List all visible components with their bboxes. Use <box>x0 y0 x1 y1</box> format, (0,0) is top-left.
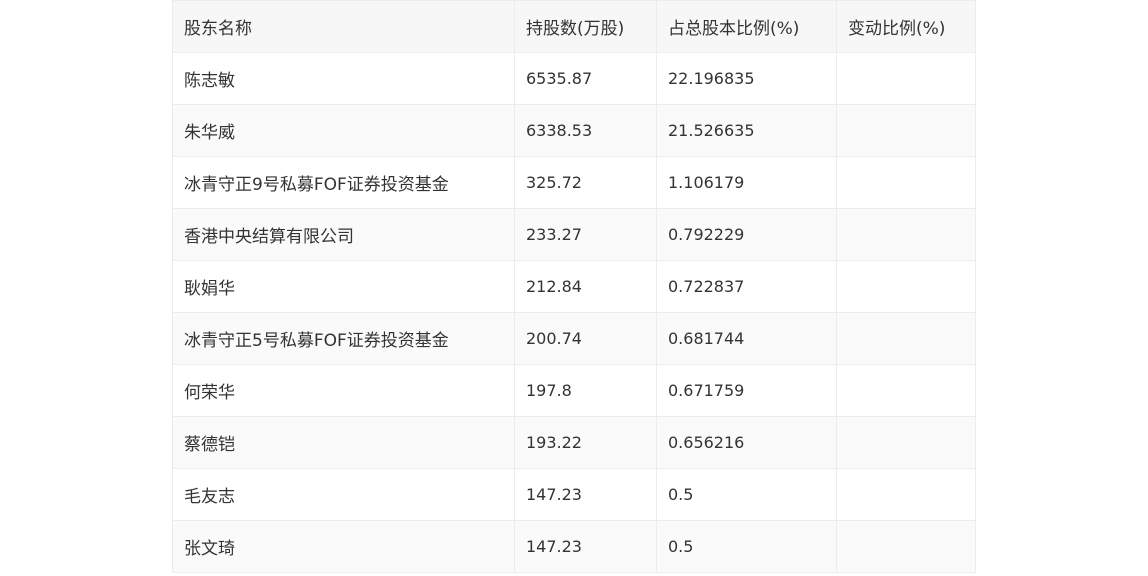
table-row: 冰青守正5号私募FOF证券投资基金 200.74 0.681744 <box>172 312 976 365</box>
table-row: 毛友志 147.23 0.5 <box>172 468 976 521</box>
cell-shares: 147.23 <box>514 520 657 573</box>
cell-shares: 233.27 <box>514 208 657 261</box>
shareholder-table: 股东名称 持股数(万股) 占总股本比例(%) 变动比例(%) 陈志敏 6535.… <box>172 0 976 573</box>
cell-share-ratio: 0.5 <box>656 468 837 521</box>
cell-share-ratio: 21.526635 <box>656 104 837 157</box>
cell-shareholder-name: 张文琦 <box>172 520 515 573</box>
cell-change-ratio <box>836 520 976 573</box>
cell-change-ratio <box>836 104 976 157</box>
cell-shareholder-name: 陈志敏 <box>172 52 515 105</box>
table-row: 朱华威 6338.53 21.526635 <box>172 104 976 157</box>
cell-shareholder-name: 香港中央结算有限公司 <box>172 208 515 261</box>
cell-change-ratio <box>836 364 976 417</box>
cell-shares: 6535.87 <box>514 52 657 105</box>
cell-share-ratio: 0.5 <box>656 520 837 573</box>
cell-change-ratio <box>836 468 976 521</box>
cell-change-ratio <box>836 416 976 469</box>
cell-shareholder-name: 何荣华 <box>172 364 515 417</box>
cell-shareholder-name: 耿娟华 <box>172 260 515 313</box>
cell-change-ratio <box>836 312 976 365</box>
cell-share-ratio: 0.681744 <box>656 312 837 365</box>
cell-shares: 212.84 <box>514 260 657 313</box>
cell-share-ratio: 0.722837 <box>656 260 837 313</box>
cell-shares: 193.22 <box>514 416 657 469</box>
table-row: 香港中央结算有限公司 233.27 0.792229 <box>172 208 976 261</box>
cell-shareholder-name: 冰青守正9号私募FOF证券投资基金 <box>172 156 515 209</box>
cell-shares: 200.74 <box>514 312 657 365</box>
cell-share-ratio: 0.656216 <box>656 416 837 469</box>
table-row: 冰青守正9号私募FOF证券投资基金 325.72 1.106179 <box>172 156 976 209</box>
cell-share-ratio: 1.106179 <box>656 156 837 209</box>
table-header-row: 股东名称 持股数(万股) 占总股本比例(%) 变动比例(%) <box>172 0 976 53</box>
cell-shareholder-name: 朱华威 <box>172 104 515 157</box>
cell-change-ratio <box>836 52 976 105</box>
cell-change-ratio <box>836 208 976 261</box>
table-row: 耿娟华 212.84 0.722837 <box>172 260 976 313</box>
cell-change-ratio <box>836 260 976 313</box>
cell-share-ratio: 0.671759 <box>656 364 837 417</box>
table-row: 蔡德铠 193.22 0.656216 <box>172 416 976 469</box>
cell-shares: 6338.53 <box>514 104 657 157</box>
header-shareholder-name: 股东名称 <box>172 0 515 53</box>
cell-share-ratio: 22.196835 <box>656 52 837 105</box>
table-row: 陈志敏 6535.87 22.196835 <box>172 52 976 105</box>
header-change-ratio: 变动比例(%) <box>836 0 976 53</box>
cell-shares: 147.23 <box>514 468 657 521</box>
cell-shares: 197.8 <box>514 364 657 417</box>
header-share-ratio: 占总股本比例(%) <box>656 0 837 53</box>
cell-share-ratio: 0.792229 <box>656 208 837 261</box>
header-shares: 持股数(万股) <box>514 0 657 53</box>
table-row: 何荣华 197.8 0.671759 <box>172 364 976 417</box>
cell-shareholder-name: 蔡德铠 <box>172 416 515 469</box>
shareholder-table-container: 股东名称 持股数(万股) 占总股本比例(%) 变动比例(%) 陈志敏 6535.… <box>172 0 976 573</box>
table-row: 张文琦 147.23 0.5 <box>172 520 976 573</box>
cell-change-ratio <box>836 156 976 209</box>
cell-shareholder-name: 冰青守正5号私募FOF证券投资基金 <box>172 312 515 365</box>
cell-shareholder-name: 毛友志 <box>172 468 515 521</box>
cell-shares: 325.72 <box>514 156 657 209</box>
